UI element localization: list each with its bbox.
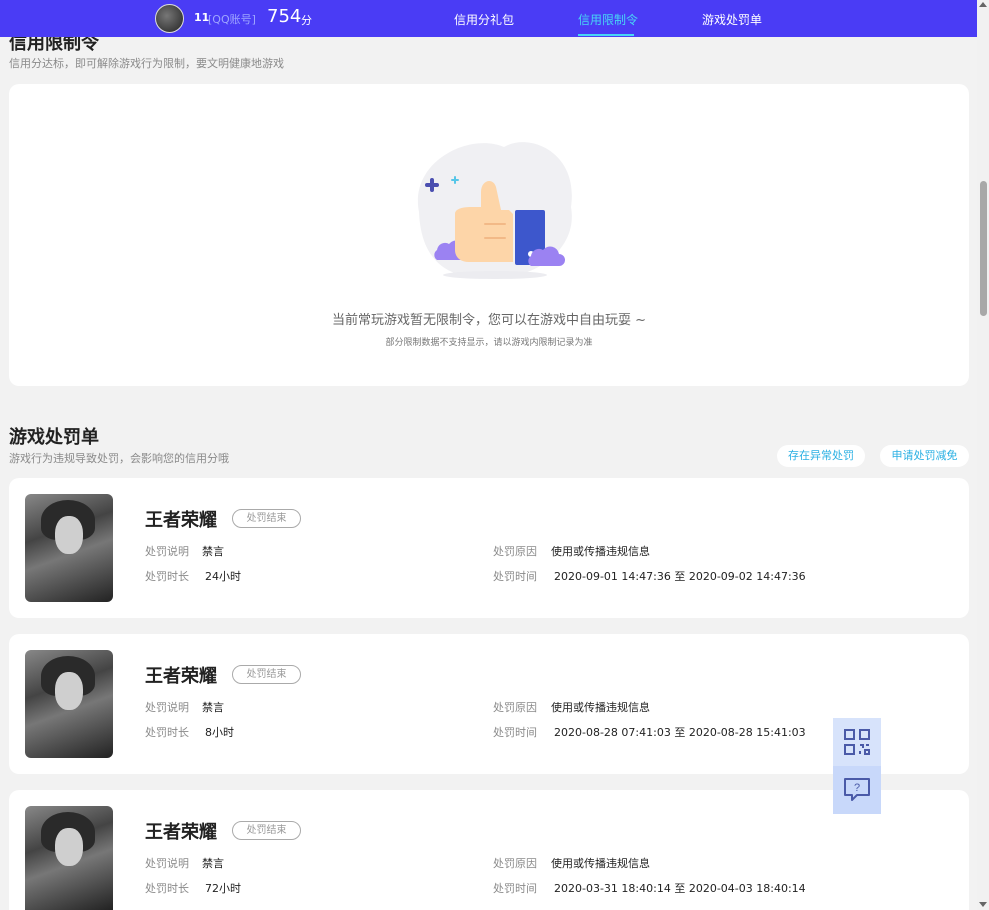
desc-label: 处罚说明 (145, 701, 189, 714)
reason-label: 处罚原因 (493, 857, 537, 870)
abnormal-penalty-button[interactable]: 存在异常处罚 (777, 445, 865, 467)
desc-label: 处罚说明 (145, 857, 189, 870)
time-label: 处罚时间 (493, 570, 537, 583)
scrollbar-thumb[interactable] (980, 181, 987, 316)
duration-label: 处罚时长 (145, 882, 189, 895)
game-name: 王者荣耀 (145, 510, 217, 531)
restriction-card: 当前常玩游戏暂无限制令，您可以在游戏中自由玩耍 ~ 部分限制数据不支持显示，请以… (9, 84, 969, 386)
scroll-up-arrow-icon[interactable] (979, 2, 987, 7)
duration-value: 8小时 (205, 726, 234, 739)
reason-value: 使用或传播违规信息 (551, 545, 650, 558)
qr-code-icon (844, 729, 870, 755)
penalty-record-card: 王者荣耀 处罚结束 处罚说明 禁言 处罚时长 72小时 处罚原因 使用或传播违规… (9, 790, 969, 910)
game-hero-image (25, 494, 113, 602)
thumbs-up-illustration (417, 142, 572, 279)
desc-value: 禁言 (202, 857, 224, 870)
credit-score-unit: 分 (301, 14, 312, 27)
appeal-penalty-button[interactable]: 申请处罚减免 (880, 445, 969, 467)
feedback-icon: ? (844, 778, 870, 801)
duration-value: 72小时 (205, 882, 241, 895)
penalty-record-card: 王者荣耀 处罚结束 处罚说明 禁言 处罚时长 8小时 处罚原因 使用或传播违规信… (9, 634, 969, 774)
reason-label: 处罚原因 (493, 545, 537, 558)
tab-game-penalty[interactable]: 游戏处罚单 (702, 11, 762, 28)
desc-label: 处罚说明 (145, 545, 189, 558)
reason-value: 使用或传播违规信息 (551, 857, 650, 870)
credit-score: 754 (267, 6, 302, 27)
penalty-record-card: 王者荣耀 处罚结束 处罚说明 禁言 处罚时长 24小时 处罚原因 使用或传播违规… (9, 478, 969, 618)
desc-value: 禁言 (202, 701, 224, 714)
tab-credit-restriction[interactable]: 信用限制令 (578, 11, 638, 28)
tab-credit-gift[interactable]: 信用分礼包 (454, 11, 514, 28)
empty-state-title: 当前常玩游戏暂无限制令，您可以在游戏中自由玩耍 ~ (331, 313, 647, 328)
time-value: 2020-08-28 07:41:03 至 2020-08-28 15:41:0… (554, 726, 806, 739)
penalty-section-title: 游戏处罚单 (9, 427, 99, 448)
duration-value: 24小时 (205, 570, 241, 583)
duration-label: 处罚时长 (145, 726, 189, 739)
reason-label: 处罚原因 (493, 701, 537, 714)
svg-text:?: ? (854, 782, 860, 794)
status-badge: 处罚结束 (232, 509, 301, 528)
game-hero-image (25, 650, 113, 758)
penalty-section-subtitle: 游戏行为违规导致处罚，会影响您的信用分哦 (9, 452, 229, 465)
game-name: 王者荣耀 (145, 666, 217, 687)
active-tab-indicator (578, 34, 634, 36)
feedback-button[interactable]: ? (833, 766, 881, 814)
desc-value: 禁言 (202, 545, 224, 558)
qr-code-button[interactable] (833, 718, 881, 766)
restriction-section-subtitle: 信用分达标，即可解除游戏行为限制，要文明健康地游戏 (9, 57, 284, 70)
floating-toolbar: ? (833, 718, 881, 814)
top-navigation-bar: 11 [QQ账号] 754 分 信用分礼包 信用限制令 游戏处罚单 (0, 0, 977, 37)
reason-value: 使用或传播违规信息 (551, 701, 650, 714)
account-type: [QQ账号] (208, 13, 256, 26)
empty-state-note: 部分限制数据不支持显示，请以游戏内限制记录为准 (385, 338, 593, 348)
status-badge: 处罚结束 (232, 821, 301, 840)
time-label: 处罚时间 (493, 882, 537, 895)
time-value: 2020-03-31 18:40:14 至 2020-04-03 18:40:1… (554, 882, 806, 895)
time-value: 2020-09-01 14:47:36 至 2020-09-02 14:47:3… (554, 570, 806, 583)
game-name: 王者荣耀 (145, 822, 217, 843)
game-hero-image (25, 806, 113, 910)
time-label: 处罚时间 (493, 726, 537, 739)
scroll-down-arrow-icon[interactable] (979, 902, 987, 907)
status-badge: 处罚结束 (232, 665, 301, 684)
avatar[interactable] (155, 4, 184, 33)
scrollbar-track[interactable] (977, 0, 989, 910)
duration-label: 处罚时长 (145, 570, 189, 583)
